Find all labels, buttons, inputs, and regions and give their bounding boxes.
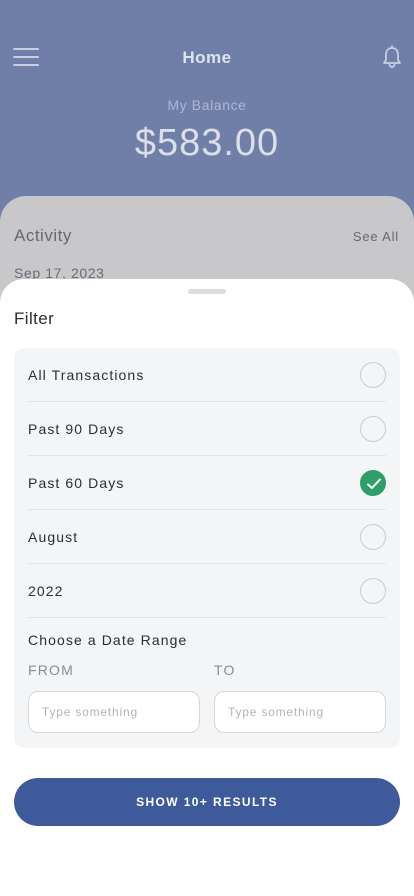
radio-button[interactable] xyxy=(360,416,386,442)
see-all-link[interactable]: See All xyxy=(353,229,399,244)
to-date-input[interactable] xyxy=(214,691,386,733)
to-label: TO xyxy=(214,662,236,678)
from-date-input[interactable] xyxy=(28,691,200,733)
option-label: 2022 xyxy=(28,583,64,599)
bell-icon[interactable] xyxy=(381,45,403,69)
checkmark-icon xyxy=(367,478,381,489)
option-label: August xyxy=(28,529,79,545)
sheet-drag-handle[interactable] xyxy=(188,289,226,294)
header: Home My Balance $583.00 xyxy=(0,0,414,220)
radio-button-checked[interactable] xyxy=(360,470,386,496)
radio-button[interactable] xyxy=(360,362,386,388)
balance-label: My Balance xyxy=(167,97,247,113)
filter-title: Filter xyxy=(14,309,55,328)
filter-option-all-transactions[interactable]: All Transactions xyxy=(28,348,386,402)
activity-title: Activity xyxy=(14,226,72,245)
filter-option-past-90-days[interactable]: Past 90 Days xyxy=(28,402,386,456)
from-label: FROM xyxy=(28,662,75,678)
option-label: Past 60 Days xyxy=(28,475,125,491)
filter-bottom-sheet: Filter All Transactions Past 90 Days Pas… xyxy=(0,279,414,896)
date-range-title: Choose a Date Range xyxy=(28,632,188,648)
option-label: Past 90 Days xyxy=(28,421,125,437)
filter-panel: All Transactions Past 90 Days Past 60 Da… xyxy=(14,348,400,748)
filter-option-past-60-days[interactable]: Past 60 Days xyxy=(28,456,386,510)
filter-option-august[interactable]: August xyxy=(28,510,386,564)
balance-amount: $583.00 xyxy=(134,122,280,164)
show-results-button[interactable]: SHOW 10+ RESULTS xyxy=(14,778,400,826)
app-screen: Home My Balance $583.00 Activity See All… xyxy=(0,0,414,896)
page-title: Home xyxy=(182,48,232,67)
filter-option-2022[interactable]: 2022 xyxy=(28,564,386,618)
option-label: All Transactions xyxy=(28,367,145,383)
radio-button[interactable] xyxy=(360,578,386,604)
radio-button[interactable] xyxy=(360,524,386,550)
